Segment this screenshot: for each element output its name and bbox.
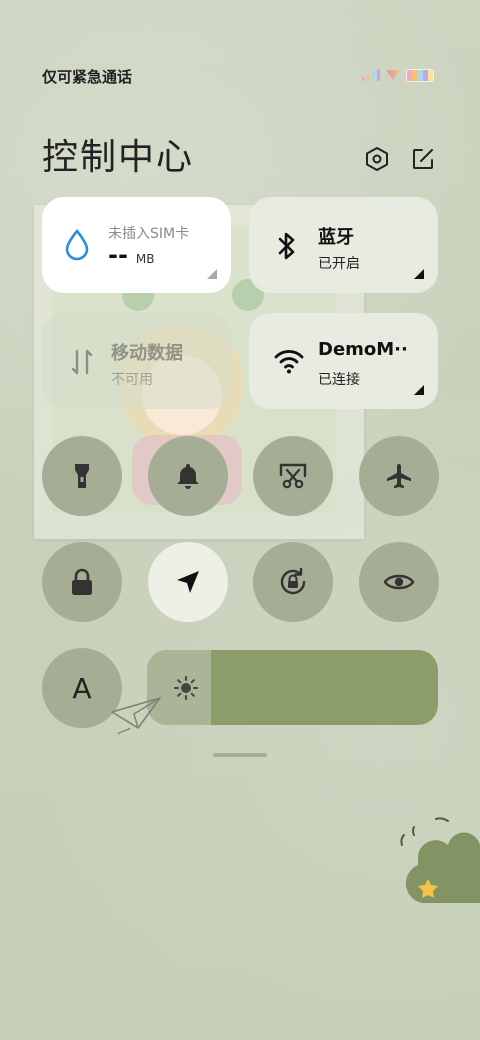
signal-icon — [362, 69, 380, 81]
brightness-slider[interactable] — [147, 650, 438, 725]
mobile-data-arrows-icon — [70, 347, 94, 381]
wifi-icon — [273, 347, 305, 379]
scissors-icon — [279, 463, 307, 489]
auto-rotate-toggle[interactable] — [253, 542, 333, 622]
mobile-data-tile[interactable]: 移动数据 不可用 — [42, 313, 231, 409]
page-title: 控制中心 — [42, 137, 195, 178]
wifi-status-icon — [386, 70, 400, 80]
wifi-tile[interactable]: DemoM·· 已连接 — [249, 313, 438, 409]
hexagon-settings-icon[interactable] — [362, 144, 392, 174]
rotate-lock-icon — [280, 567, 306, 595]
location-arrow-icon — [177, 571, 199, 593]
data-usage-title: 未插入SIM卡 — [108, 226, 190, 242]
bluetooth-tile[interactable]: 蓝牙 已开启 — [249, 197, 438, 293]
flashlight-toggle[interactable] — [42, 436, 122, 516]
expand-corner-icon — [207, 269, 217, 279]
expand-corner-icon — [414, 385, 424, 395]
wifi-title: DemoM·· — [318, 339, 408, 360]
ringer-toggle[interactable] — [148, 436, 228, 516]
paper-plane-decoration — [108, 694, 168, 744]
expand-corner-icon — [414, 269, 424, 279]
mobile-data-title: 移动数据 — [111, 343, 183, 364]
water-drop-icon — [64, 228, 90, 265]
bluetooth-title: 蓝牙 — [318, 227, 354, 248]
airplane-mode-toggle[interactable] — [359, 436, 439, 516]
airplane-icon — [387, 464, 411, 489]
data-usage-value: -- — [108, 241, 128, 269]
eye-comfort-toggle[interactable] — [359, 542, 439, 622]
mobile-data-status: 不可用 — [111, 372, 153, 388]
screenshot-toggle[interactable] — [253, 436, 333, 516]
edit-icon[interactable] — [408, 144, 438, 174]
location-toggle[interactable] — [148, 542, 228, 622]
font-size-label: A — [72, 671, 92, 705]
bluetooth-icon — [275, 231, 299, 265]
lock-icon — [72, 568, 92, 595]
flashlight-icon — [75, 464, 89, 488]
data-usage-tile[interactable]: 未插入SIM卡 -- MB — [42, 197, 231, 293]
status-icons — [362, 68, 438, 82]
status-carrier-text: 仅可紧急通话 — [42, 68, 133, 86]
panel-handle[interactable] — [213, 753, 267, 757]
sun-icon — [173, 675, 199, 705]
eye-icon — [383, 574, 415, 590]
data-usage-unit: MB — [135, 252, 155, 266]
bluetooth-status: 已开启 — [318, 256, 360, 272]
bell-icon — [177, 464, 199, 489]
lock-screen-toggle[interactable] — [42, 542, 122, 622]
battery-icon — [406, 68, 434, 82]
cloud-star-decoration — [398, 815, 480, 911]
wifi-status: 已连接 — [318, 372, 360, 388]
